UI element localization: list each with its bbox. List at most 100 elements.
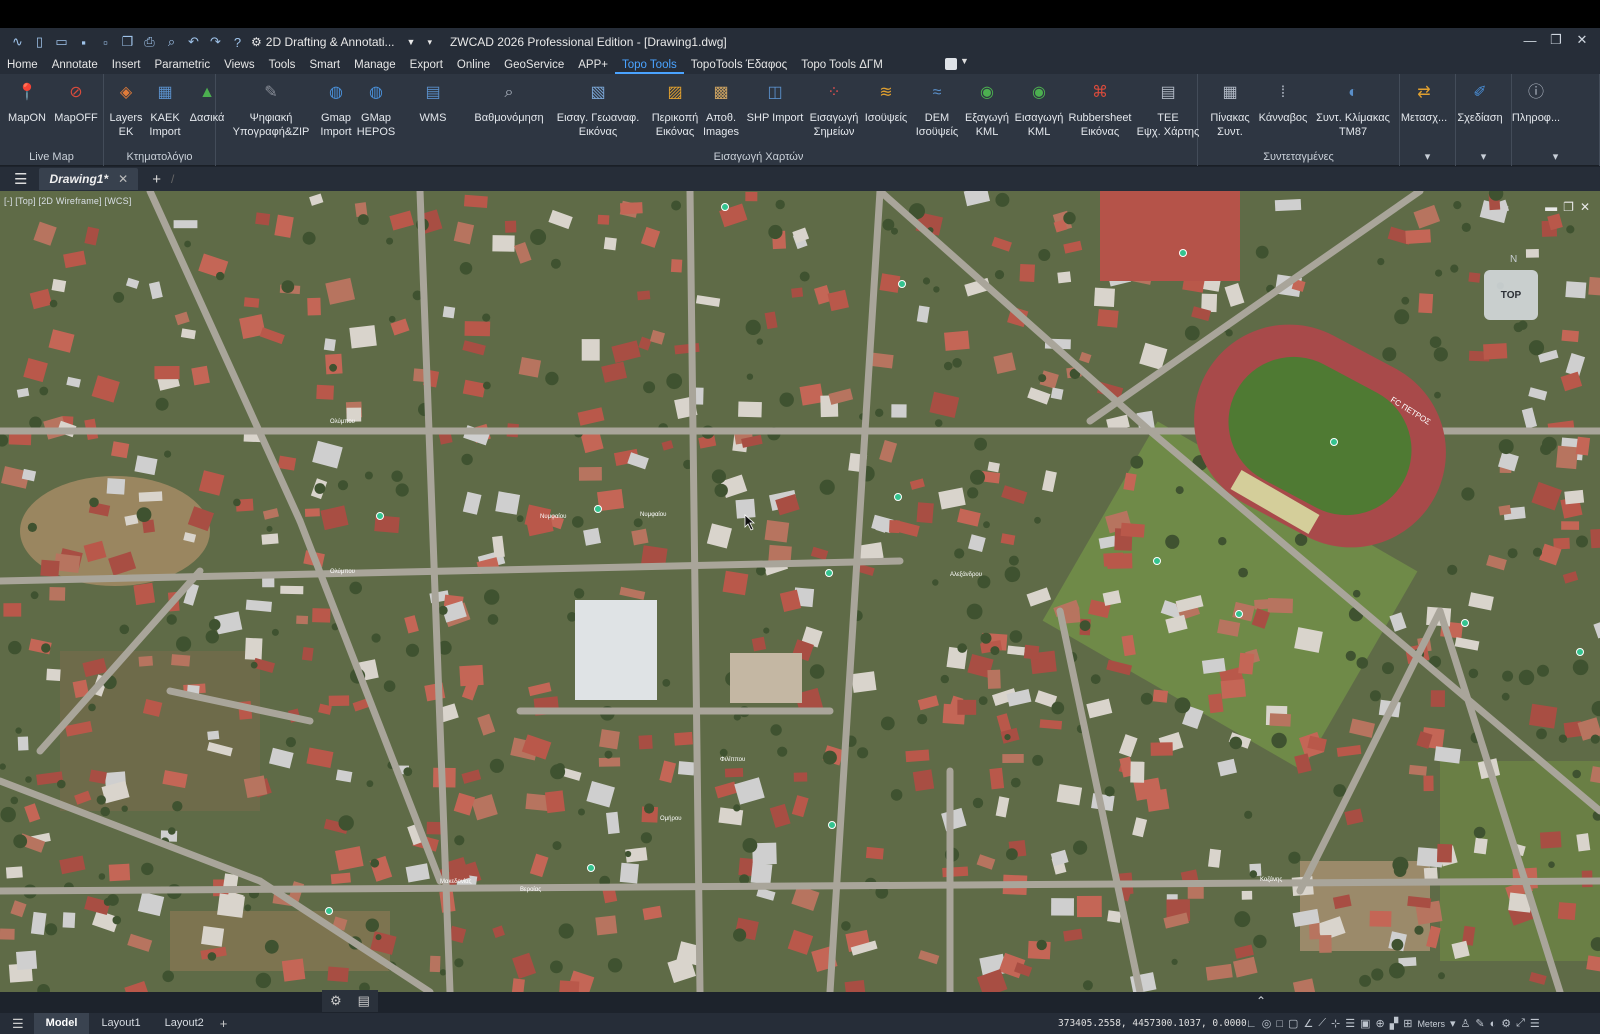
workspace-switcher[interactable]: ⚙ 2D Drafting & Annotati... ▼ ▾ [251,35,432,49]
logo-icon[interactable]: ∿ [8,33,27,51]
polar-icon[interactable]: ◎ [1262,1017,1272,1030]
menu-item-2[interactable]: Insert [105,56,148,74]
gear-icon[interactable]: ⚙ [330,993,342,1009]
snap-icon[interactable]: □ [1276,1018,1283,1030]
annotation-scale-icon[interactable]: ⊕ [1376,1017,1385,1030]
tab-drawing1[interactable]: Drawing1* ✕ [39,168,139,190]
chevron-down-icon[interactable]: ▼ [960,56,969,66]
ribbon-button-3-1[interactable]: ⁞ Κάνναβος [1243,78,1323,125]
satellite-map[interactable]: Ολύμπου Ολύμπου Νυμφαίου Νυμφαίου Ομήρου Φιλί… [0,191,1600,992]
viewport-label[interactable]: [-] [Top] [2D Wireframe] [WCS] [4,196,132,206]
command-window-icon[interactable]: ▤ [358,993,370,1009]
workspace-icon[interactable]: ✎ [1475,1017,1484,1030]
saveas-icon[interactable]: ▫ [96,33,115,51]
tab-model[interactable]: Model [33,1013,90,1034]
restore-icon[interactable]: ❐ [1563,200,1574,214]
menu-item-0[interactable]: Home [0,56,45,74]
units-icon[interactable]: ⊞ [1403,1017,1412,1030]
minimize-icon[interactable]: ▬ [1545,200,1557,214]
tree [644,803,655,814]
ribbon-button-2-3[interactable]: ⌕ Βαθμονόμηση [469,78,549,125]
tab-layout2[interactable]: Layout2 [153,1013,216,1034]
undo-icon[interactable]: ↶ [184,33,203,51]
tree [358,214,369,225]
ribbon-button-2-2[interactable]: ▤ WMS [393,78,473,125]
tree [1036,939,1047,951]
menu-item-12[interactable]: Topo Tools [615,56,684,74]
lineweight-icon[interactable]: ⊹ [1331,1017,1340,1030]
tree [1090,674,1101,685]
house [1590,528,1600,549]
tree [775,199,785,210]
menu-icon[interactable]: ☰ [12,1016,24,1032]
menu-item-1[interactable]: Annotate [45,56,105,74]
chevron-up-icon[interactable]: ⌃ [1256,994,1266,1008]
add-layout-icon[interactable]: + [220,1016,228,1031]
house [1019,264,1035,282]
redo-icon[interactable]: ↷ [206,33,225,51]
minimize-icon[interactable]: — [1518,28,1542,52]
chevron-down-icon[interactable]: ▾ [1553,151,1559,163]
menu-item-3[interactable]: Parametric [148,56,218,74]
map-viewport[interactable]: Ολύμπου Ολύμπου Νυμφαίου Νυμφαίου Ομήρου Φιλί… [0,191,1600,992]
menu-item-11[interactable]: APP+ [571,56,615,74]
menu-item-14[interactable]: Topo Tools ΔΓΜ [794,56,890,74]
ribbon-button-2-4[interactable]: ▧ Εισαγ. Γεωαναφ. Εικόνας [557,78,640,139]
ribbon-button-sublabel: HEPOS [356,126,396,138]
osnap-icon[interactable]: ▢ [1288,1017,1298,1030]
annotation-visibility-icon[interactable]: ♙ [1460,1017,1470,1030]
maximize-icon[interactable]: ❐ [1544,28,1568,52]
menu-item-9[interactable]: Online [450,56,497,74]
view-cube[interactable]: TOP [1484,270,1538,320]
house [1468,272,1481,283]
preview-icon[interactable]: ⌕ [162,33,181,51]
house [1130,761,1145,783]
menu-item-10[interactable]: GeoService [497,56,571,74]
print-icon[interactable]: ⎙ [140,33,159,51]
chevron-down-icon[interactable]: ▾ [1481,151,1487,163]
settings-icon[interactable]: ⚙ [1501,1017,1511,1030]
menu-item-6[interactable]: Smart [302,56,347,74]
chevron-down-icon[interactable]: ▾ [1450,1017,1456,1030]
dynamic-input-icon[interactable]: ⟋ [1318,1017,1326,1030]
chevron-down-icon[interactable]: ▾ [1425,151,1431,163]
ribbon-toggle-icon[interactable] [945,58,957,70]
isolate-icon[interactable]: ◐ [1490,1018,1497,1030]
copy-icon[interactable]: ❐ [118,33,137,51]
otrack-icon[interactable]: ∠ [1303,1017,1313,1030]
tree [954,548,965,559]
menu-item-4[interactable]: Views [217,56,261,74]
chevron-down-icon[interactable]: ▾ [427,37,432,48]
menu-item-5[interactable]: Tools [262,56,303,74]
ribbon-group-label: ▾ [1400,150,1455,163]
viewport-scale-icon[interactable]: ▞ [1390,1017,1398,1030]
tree [49,299,58,308]
ribbon-button-6-0[interactable]: ⓘ Πληροφ... [1496,78,1576,125]
customize-icon[interactable]: ☰ [1530,1017,1540,1030]
tree [89,497,99,508]
save-icon[interactable]: ▪ [74,33,93,51]
selection-icon[interactable]: ▣ [1360,1017,1370,1030]
open-icon[interactable]: ▭ [52,33,71,51]
menu-item-8[interactable]: Export [403,56,450,74]
street-label: Ομήρου [660,815,682,822]
menu-item-13[interactable]: TopoTools Έδαφος [684,56,794,74]
ribbon-button-3-2[interactable]: ◐ Συντ. Κλίμακας ΤΜ87 [1313,78,1393,139]
tab-layout1[interactable]: Layout1 [89,1013,152,1034]
tree [558,923,574,939]
new-icon[interactable]: ▯ [30,33,49,51]
grid-icon[interactable]: ☰ [1345,1017,1355,1030]
close-icon[interactable]: ✕ [1570,28,1594,52]
units-label[interactable]: Meters [1417,1019,1445,1029]
fullscreen-icon[interactable]: ⤢ [1516,1017,1525,1030]
ribbon-button-label: WMS [419,112,447,124]
ortho-icon[interactable]: ∟ [1246,1018,1257,1030]
close-icon[interactable]: ✕ [1580,200,1590,214]
help-icon[interactable]: ? [228,33,247,51]
menu-icon[interactable]: ☰ [14,170,27,188]
tree [662,679,671,687]
menu-item-7[interactable]: Manage [347,56,403,74]
add-tab-icon[interactable]: + [152,171,161,188]
close-icon[interactable]: ✕ [118,172,128,186]
house [1002,753,1024,763]
